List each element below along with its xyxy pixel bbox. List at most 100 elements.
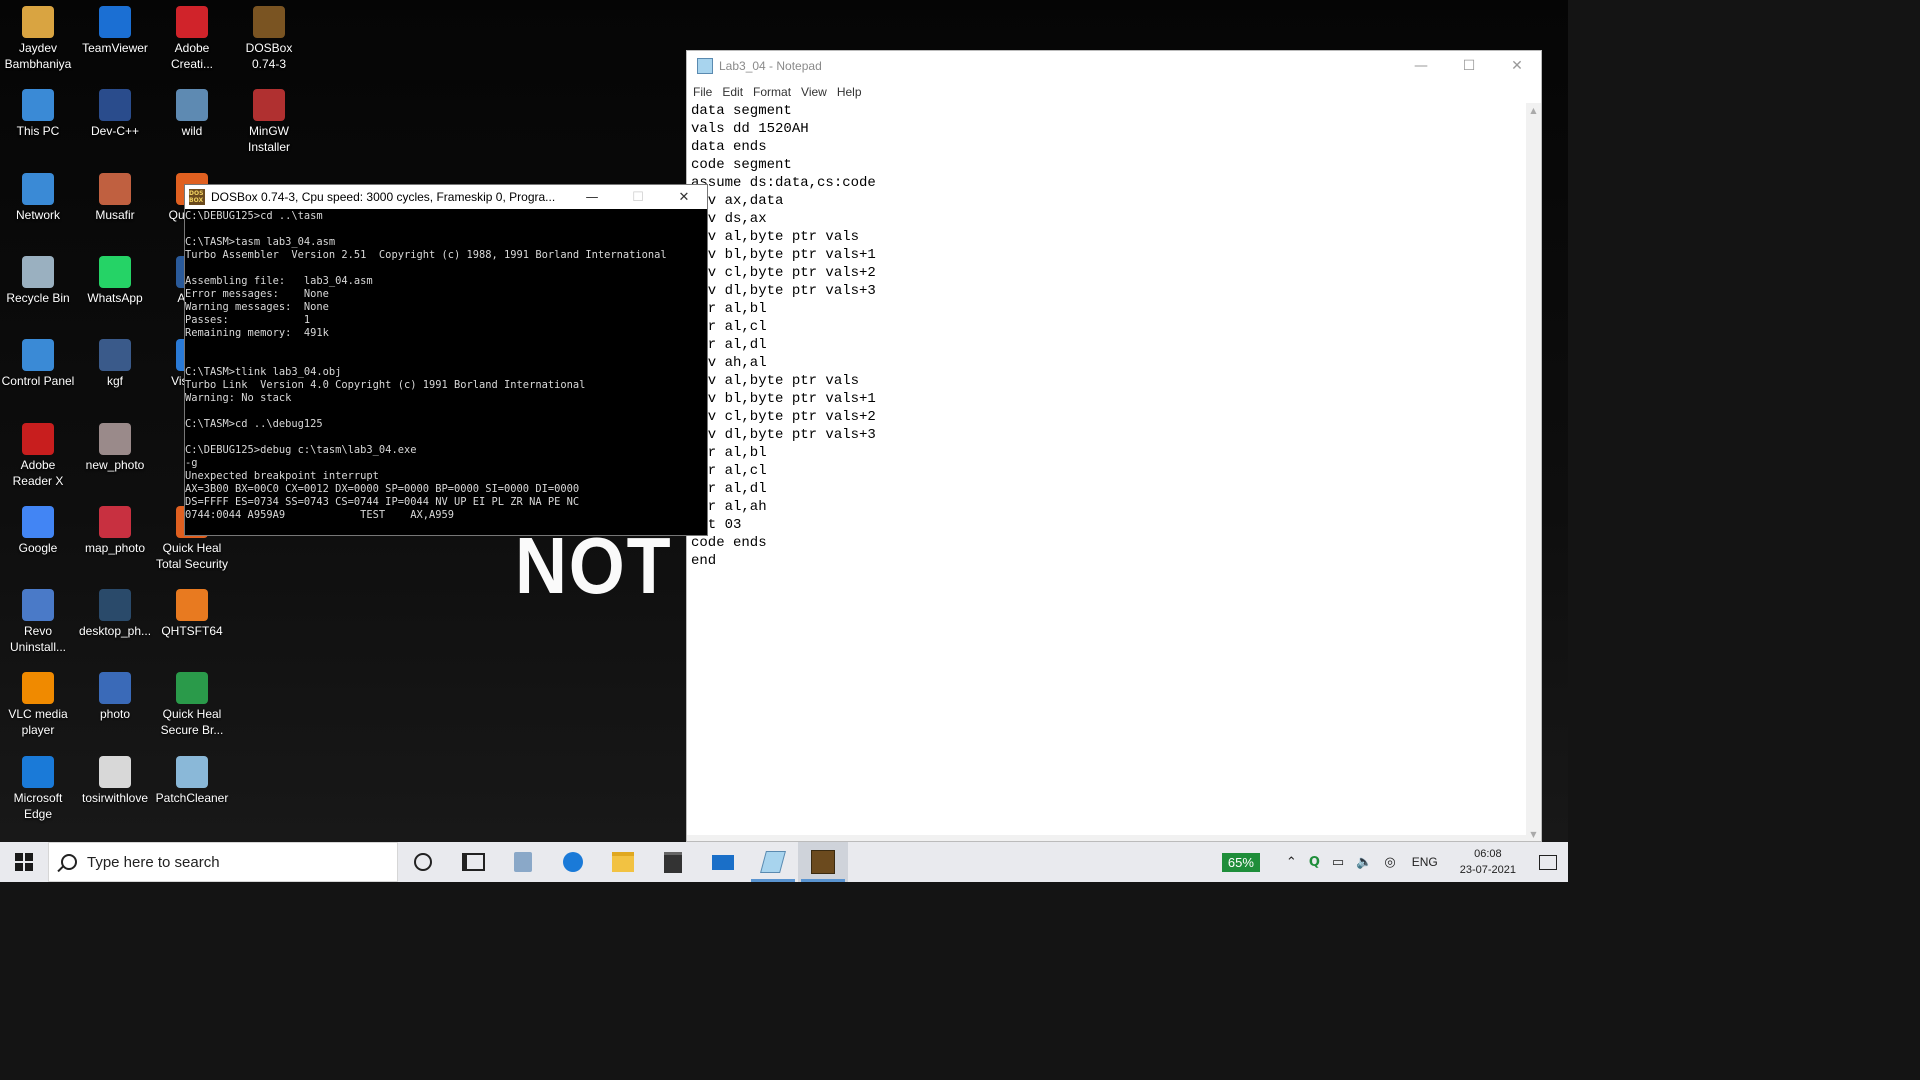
desktop-icon[interactable]: Jaydev Bambhaniya <box>0 2 76 82</box>
taskbar-store[interactable] <box>648 842 698 882</box>
dosbox-window[interactable]: DOS BOX DOSBox 0.74-3, Cpu speed: 3000 c… <box>184 184 708 536</box>
computer-icon <box>22 89 54 121</box>
notepad-titlebar[interactable]: Lab3_04 - Notepad — ☐ ✕ <box>687 51 1541 81</box>
dosbox-console[interactable]: C:\DEBUG125>cd ..\tasm C:\TASM>tasm lab3… <box>185 209 707 535</box>
desktop-icon[interactable]: Recycle Bin <box>0 252 76 332</box>
taskbar-mail[interactable] <box>698 842 748 882</box>
cortana-icon <box>414 853 432 871</box>
globe-network-icon[interactable]: ◎ <box>1384 855 1395 870</box>
store-bag-icon <box>664 851 682 873</box>
dosbox-titlebar[interactable]: DOS BOX DOSBox 0.74-3, Cpu speed: 3000 c… <box>185 185 707 209</box>
desktop-icon[interactable]: tosirwithlove <box>77 752 153 832</box>
desktop-icon-label: WhatsApp <box>87 291 143 305</box>
desktop-icon[interactable]: Revo Uninstall... <box>0 585 76 665</box>
menu-view[interactable]: View <box>801 85 827 99</box>
whatsapp-icon <box>99 256 131 288</box>
notepad-menubar: File Edit Format View Help <box>687 81 1541 103</box>
desktop-icon[interactable]: VLC media player <box>0 668 76 748</box>
maximize-button[interactable]: ☐ <box>615 185 661 209</box>
scroll-down-icon[interactable]: ▼ <box>1526 827 1541 841</box>
horizontal-scrollbar[interactable] <box>687 835 1526 841</box>
menu-help[interactable]: Help <box>837 85 862 99</box>
desktop-icon-label: map_photo <box>84 541 146 555</box>
quick-heal-tray-icon[interactable]: Q <box>1309 855 1320 870</box>
desktop-icon-label: VLC media player <box>8 707 68 737</box>
menu-edit[interactable]: Edit <box>722 85 743 99</box>
minimize-button[interactable]: — <box>1397 51 1445 81</box>
notepad-window[interactable]: Lab3_04 - Notepad — ☐ ✕ File Edit Format… <box>686 50 1542 842</box>
desktop-icon[interactable]: kgf <box>77 335 153 415</box>
taskbar-edge[interactable] <box>548 842 598 882</box>
chevron-up-icon[interactable]: ⌃ <box>1286 855 1297 870</box>
dosbox-icon <box>811 850 835 874</box>
desktop-icon[interactable]: Dev-C++ <box>77 85 153 165</box>
devcpp-icon <box>99 89 131 121</box>
notepad-icon <box>760 851 786 873</box>
desktop-icon-label: DOSBox 0.74-3 <box>245 41 293 71</box>
desktop-icon-label: Revo Uninstall... <box>9 624 67 654</box>
desktop-icon[interactable]: wild <box>154 85 230 165</box>
desktop-icon[interactable]: Quick Heal Secure Br... <box>154 668 230 748</box>
mail-icon <box>712 854 734 870</box>
adobe-creative-cloud-icon <box>176 6 208 38</box>
minimize-button[interactable]: — <box>569 185 615 209</box>
notepad-text-area[interactable]: data segment vals dd 1520AH data ends co… <box>691 102 1525 831</box>
menu-format[interactable]: Format <box>753 85 791 99</box>
task-view-icon <box>461 853 485 871</box>
installer-icon <box>514 852 532 872</box>
clock[interactable]: 06:08 23-07-2021 <box>1460 846 1516 878</box>
desktop-icon[interactable]: MinGW Installer <box>231 85 307 165</box>
taskbar-dosbox[interactable] <box>798 842 848 882</box>
desktop-icon[interactable]: This PC <box>0 85 76 165</box>
desktop-icon[interactable]: Network <box>0 169 76 249</box>
taskbar-file-explorer[interactable] <box>598 842 648 882</box>
taskbar-app-installer[interactable] <box>498 842 548 882</box>
search-box[interactable]: Type here to search <box>48 842 398 882</box>
dosbox-icon <box>253 6 285 38</box>
close-button[interactable]: ✕ <box>661 185 707 209</box>
desktop-icon-label: Microsoft Edge <box>13 791 63 821</box>
desktop-icon[interactable]: Google <box>0 502 76 582</box>
notification-center-button[interactable] <box>1528 842 1568 882</box>
system-tray: 65% ⌃ Q ▭ 🔈 ◎ ENG 06:08 23-07-2021 <box>1221 842 1568 882</box>
battery-icon[interactable]: ▭ <box>1332 855 1344 870</box>
desktop-icon[interactable]: DOSBox 0.74-3 <box>231 2 307 82</box>
dosbox-icon: DOS BOX <box>189 189 205 205</box>
maximize-button[interactable]: ☐ <box>1445 51 1493 81</box>
image-file-icon <box>99 672 131 704</box>
desktop-icon[interactable]: desktop_ph... <box>77 585 153 665</box>
desktop-icon[interactable]: photo <box>77 668 153 748</box>
speaker-icon[interactable]: 🔈 <box>1356 855 1372 870</box>
menu-file[interactable]: File <box>693 85 712 99</box>
start-button[interactable] <box>0 842 48 882</box>
desktop-icon[interactable]: Adobe Reader X <box>0 419 76 499</box>
desktop-icon-label: tosirwithlove <box>81 791 149 805</box>
desktop-icon[interactable]: Adobe Creati... <box>154 2 230 82</box>
folder-icon <box>612 852 634 872</box>
image-file-icon <box>99 589 131 621</box>
desktop-icon[interactable]: Microsoft Edge <box>0 752 76 832</box>
desktop-icon[interactable]: QHTSFT64 <box>154 585 230 665</box>
desktop-icon[interactable]: WhatsApp <box>77 252 153 332</box>
desktop-icon[interactable]: PatchCleaner <box>154 752 230 832</box>
image-file-icon <box>99 506 131 538</box>
vlc-icon <box>22 672 54 704</box>
desktop-icon[interactable]: Musafir <box>77 169 153 249</box>
desktop-icon-label: Google <box>18 541 58 555</box>
cortana-button[interactable] <box>398 842 448 882</box>
notification-icon <box>1539 854 1557 870</box>
vertical-scrollbar[interactable]: ▲ ▼ <box>1526 103 1541 841</box>
search-icon <box>61 854 77 870</box>
taskbar-notepad[interactable] <box>748 842 798 882</box>
language-indicator[interactable]: ENG <box>1412 855 1438 869</box>
desktop-icon[interactable]: new_photo <box>77 419 153 499</box>
desktop-icon[interactable]: Control Panel <box>0 335 76 415</box>
battery-percent-badge[interactable]: 65% <box>1221 852 1260 872</box>
document-icon <box>99 756 131 788</box>
dosbox-title: DOSBox 0.74-3, Cpu speed: 3000 cycles, F… <box>211 190 556 204</box>
desktop-icon[interactable]: TeamViewer <box>77 2 153 82</box>
close-button[interactable]: ✕ <box>1493 51 1541 81</box>
task-view-button[interactable] <box>448 842 498 882</box>
scroll-up-icon[interactable]: ▲ <box>1526 103 1541 117</box>
desktop-icon[interactable]: map_photo <box>77 502 153 582</box>
